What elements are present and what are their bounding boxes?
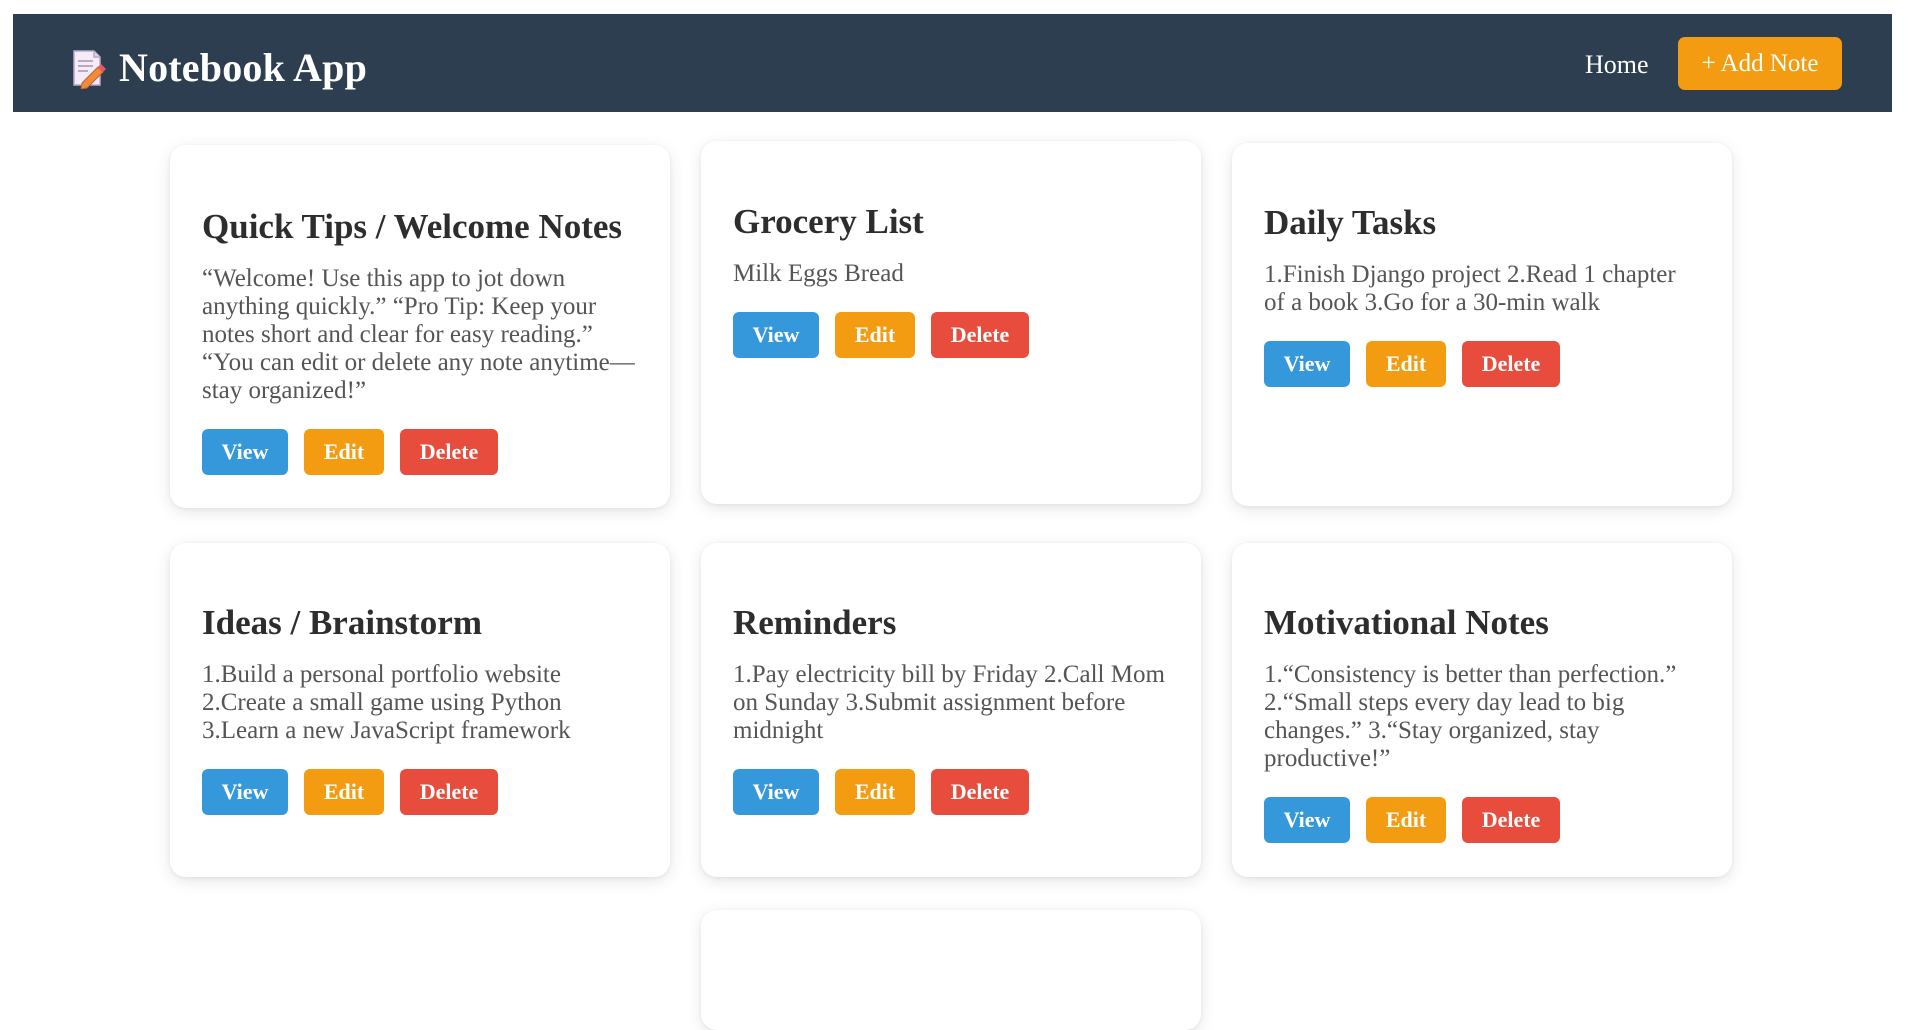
note-actions: View Edit Delete [202, 429, 638, 475]
note-title: Reminders [733, 603, 897, 642]
note-card: Quick Tips / Welcome Notes “Welcome! Use… [170, 145, 670, 508]
note-body: 1.Pay electricity bill by Friday 2.Call … [733, 661, 1165, 744]
edit-button[interactable]: Edit [1366, 797, 1446, 843]
note-actions: View Edit Delete [733, 769, 1169, 815]
edit-button[interactable]: Edit [835, 312, 915, 358]
note-body: 1.Finish Django project 2.Read 1 chapter… [1264, 261, 1676, 316]
note-title: Daily Tasks [1264, 203, 1437, 242]
note-title: Grocery List [733, 202, 924, 241]
edit-button[interactable]: Edit [835, 769, 915, 815]
note-actions: View Edit Delete [1264, 341, 1700, 387]
note-actions: View Edit Delete [1264, 797, 1700, 843]
edit-button[interactable]: Edit [304, 429, 384, 475]
app-title: Notebook App [119, 45, 368, 90]
note-card: Ideas / Brainstorm 1.Build a personal po… [170, 543, 670, 877]
view-button[interactable]: View [733, 769, 819, 815]
note-title: Quick Tips / Welcome Notes [202, 207, 623, 246]
top-navbar: Notebook App Home + Add Note [13, 14, 1892, 112]
view-button[interactable]: View [733, 312, 819, 358]
view-button[interactable]: View [1264, 797, 1350, 843]
note-actions: View Edit Delete [202, 769, 638, 815]
view-button[interactable]: View [1264, 341, 1350, 387]
note-title: Motivational Notes [1264, 603, 1549, 642]
note-body: 1.Build a personal portfolio website 2.C… [202, 661, 571, 744]
note-title: Ideas / Brainstorm [202, 603, 482, 642]
brand[interactable]: Notebook App [68, 44, 367, 91]
note-actions: View Edit Delete [733, 312, 1169, 358]
edit-button[interactable]: Edit [304, 769, 384, 815]
note-body: “Welcome! Use this app to jot down anyth… [202, 265, 635, 404]
view-button[interactable]: View [202, 769, 288, 815]
notepad-pencil-icon [73, 49, 106, 89]
note-body: Milk Eggs Bread [733, 260, 904, 287]
note-card: Motivational Notes 1.“Consistency is bet… [1232, 543, 1732, 877]
delete-button[interactable]: Delete [400, 429, 498, 475]
delete-button[interactable]: Delete [400, 769, 498, 815]
note-card: Grocery List Milk Eggs Bread View Edit D… [701, 141, 1201, 504]
note-card: Daily Tasks 1.Finish Django project 2.Re… [1232, 143, 1732, 506]
delete-button[interactable]: Delete [1462, 341, 1560, 387]
delete-button[interactable]: Delete [931, 769, 1029, 815]
note-body: 1.“Consistency is better than perfection… [1264, 661, 1677, 772]
view-button[interactable]: View [202, 429, 288, 475]
nav-home-link[interactable]: Home [1585, 50, 1649, 80]
edit-button[interactable]: Edit [1366, 341, 1446, 387]
note-card: Reminders 1.Pay electricity bill by Frid… [701, 543, 1201, 877]
delete-button[interactable]: Delete [1462, 797, 1560, 843]
delete-button[interactable]: Delete [931, 312, 1029, 358]
note-card-partial [701, 910, 1201, 1030]
add-note-button[interactable]: + Add Note [1678, 37, 1842, 90]
